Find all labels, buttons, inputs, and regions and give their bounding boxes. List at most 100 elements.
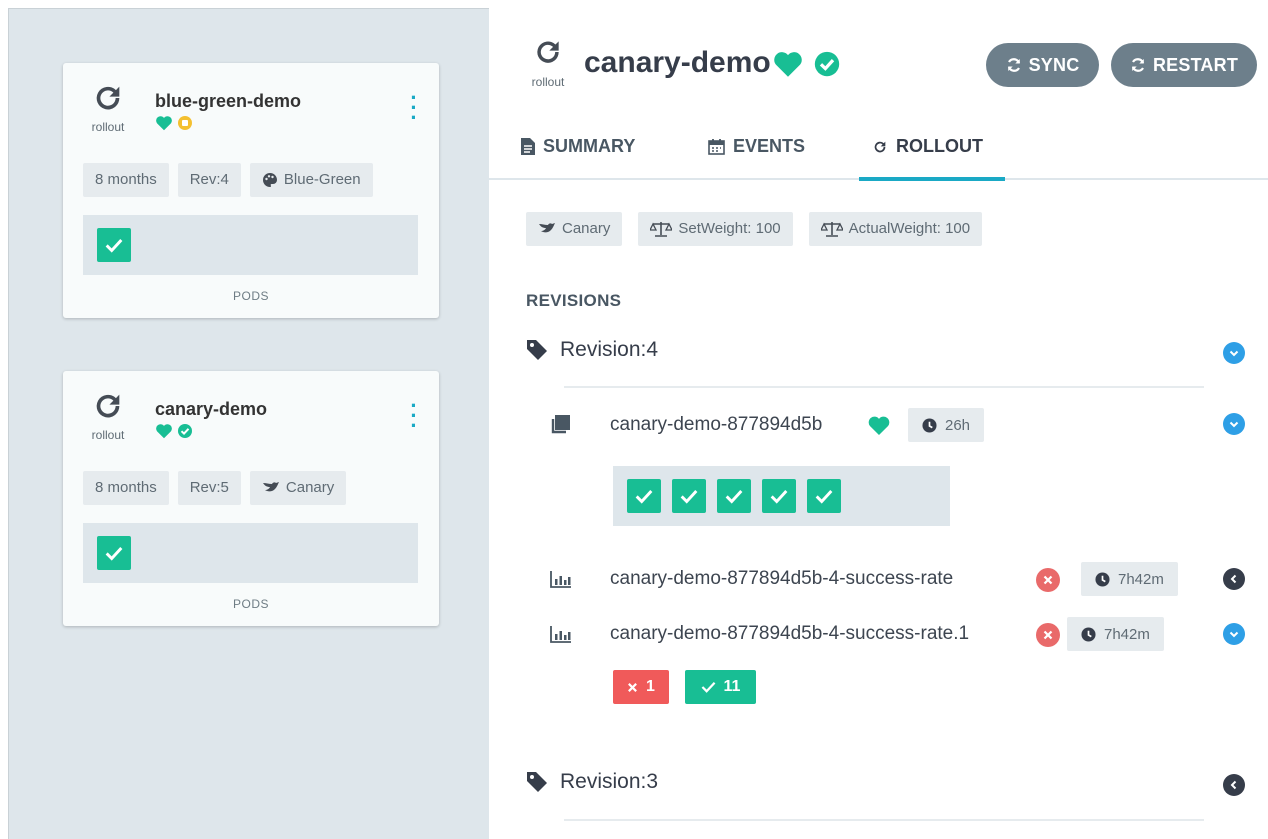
analysis-age: 7h42m [1118,570,1164,588]
healthy-heart-icon [155,115,173,136]
tab-rollout-label: ROLLOUT [896,136,983,156]
revision-divider [564,819,1204,821]
actual-weight-label: ActualWeight: 100 [848,220,971,237]
synced-check-circle-icon [177,423,193,444]
chevron-down-icon[interactable] [1223,342,1245,364]
set-weight-chip: SetWeight: 100 [638,212,793,246]
pod-healthy-check-icon[interactable] [672,479,706,513]
chevron-left-icon[interactable] [1223,774,1245,796]
chart-bar-icon [550,570,572,593]
balance-scale-icon [820,222,843,237]
pods-label: PODS [232,289,269,303]
pod-healthy-check-icon[interactable] [762,479,796,513]
more-menu-icon[interactable]: · · · [409,395,419,437]
kind-label: rollout [91,428,125,442]
canary-bird-icon [539,223,555,233]
healthy-heart-icon [867,415,891,441]
file-icon [521,138,535,155]
replicaset-name[interactable]: canary-demo-877894d5b [610,414,822,436]
tab-events-label: EVENTS [733,136,806,156]
tab-summary-label: SUMMARY [543,136,636,156]
passed-measurements-chip[interactable]: 11 [685,670,756,704]
rollout-tags: 8 months Rev:4 Blue-Green [83,163,373,197]
tag-icon [527,340,547,360]
paused-status-icon [177,115,193,136]
replicaset-clone-icon [549,414,571,441]
analysis-age: 7h42m [1104,625,1150,643]
tag-icon [527,772,547,792]
tab-bar: SUMMARY EVENTS ROLLOUT [489,120,1268,181]
revision-header[interactable]: Revision:3 [526,770,658,794]
kind-label: rollout [91,120,125,134]
pods-label: PODS [232,597,269,611]
page-title: canary-demo [584,46,771,79]
sync-button[interactable]: SYNC [986,43,1099,87]
revision-header[interactable]: Revision:4 [526,338,658,362]
error-x-circle-icon [1036,623,1060,647]
pods-box [83,215,418,275]
strategy-chip: Canary [526,212,623,246]
revision-title: Revision:4 [560,338,659,361]
rollout-icon [85,81,131,122]
pod-healthy-check-icon[interactable] [97,228,131,262]
revision-tag: Rev:4 [177,163,241,197]
error-x-circle-icon [1036,568,1060,592]
rollout-info-chips: Canary SetWeight: 100 ActualWeight: 100 [526,212,983,246]
revision-title: Revision:3 [560,770,659,793]
more-menu-icon[interactable]: · · · [409,87,419,129]
clock-icon [1095,571,1110,587]
rollout-title[interactable]: canary-demo [155,399,267,420]
failed-count: 1 [646,678,655,695]
healthy-heart-icon [772,50,804,83]
chevron-down-icon[interactable] [1223,413,1245,435]
revision-divider [564,386,1204,388]
rollout-title[interactable]: blue-green-demo [155,91,301,112]
chevron-left-icon[interactable] [1223,568,1245,590]
balance-scale-icon [650,222,673,237]
analysis-age-tag: 7h42m [1067,617,1164,651]
header-kind: rollout [527,36,569,89]
rollouts-list-panel: rollout blue-green-demo · · · 8 months Rev… [8,8,489,839]
pod-healthy-check-icon[interactable] [97,536,131,570]
pod-healthy-check-icon[interactable] [807,479,841,513]
canary-bird-icon [262,482,279,492]
check-icon [701,682,715,693]
restart-button-label: RESTART [1152,54,1239,75]
tab-summary[interactable]: SUMMARY [521,136,635,157]
failed-measurements-chip[interactable]: 1 [613,670,669,704]
analysis-run-name[interactable]: canary-demo-877894d5b-4-success-rate [610,568,953,590]
chevron-down-icon[interactable] [1223,623,1245,645]
pod-healthy-check-icon[interactable] [627,479,661,513]
rollout-icon [874,141,886,152]
rollout-kind: rollout [85,81,131,134]
age-tag: 8 months [83,471,169,505]
calendar-icon [708,139,725,155]
clock-icon [922,417,937,433]
restart-button[interactable]: RESTART [1111,43,1257,87]
pod-healthy-check-icon[interactable] [717,479,751,513]
analysis-age-tag: 7h42m [1081,562,1178,596]
revisions-heading: REVISIONS [526,291,622,310]
revision-tag: Rev:5 [177,471,241,505]
actual-weight-chip: ActualWeight: 100 [808,212,983,246]
rollout-card-canary-demo[interactable]: rollout canary-demo · · · 8 months Rev:5 C… [63,371,439,626]
tab-rollout[interactable]: ROLLOUT [872,136,983,157]
sync-button-label: SYNC [1028,54,1080,75]
close-icon [628,682,637,692]
replicaset-age-tag: 26h [908,408,985,442]
passed-count: 11 [723,678,741,695]
kind-label: rollout [531,75,565,89]
tab-events[interactable]: EVENTS [708,136,805,157]
pods-box [83,523,418,583]
rollout-tags: 8 months Rev:5 Canary [83,471,347,505]
analysis-run-name[interactable]: canary-demo-877894d5b-4-success-rate.1 [610,623,969,645]
rollout-card-blue-green-demo[interactable]: rollout blue-green-demo · · · 8 months Rev… [63,63,439,318]
status-icons [155,115,193,136]
synced-check-circle-icon [814,51,840,82]
palette-icon [262,173,277,187]
header-status-icons [772,50,840,83]
replicaset-age: 26h [945,416,971,434]
strategy-tag-label: Blue-Green [283,171,361,188]
replicaset-pods [613,466,950,526]
strategy-tag: Canary [249,471,347,505]
